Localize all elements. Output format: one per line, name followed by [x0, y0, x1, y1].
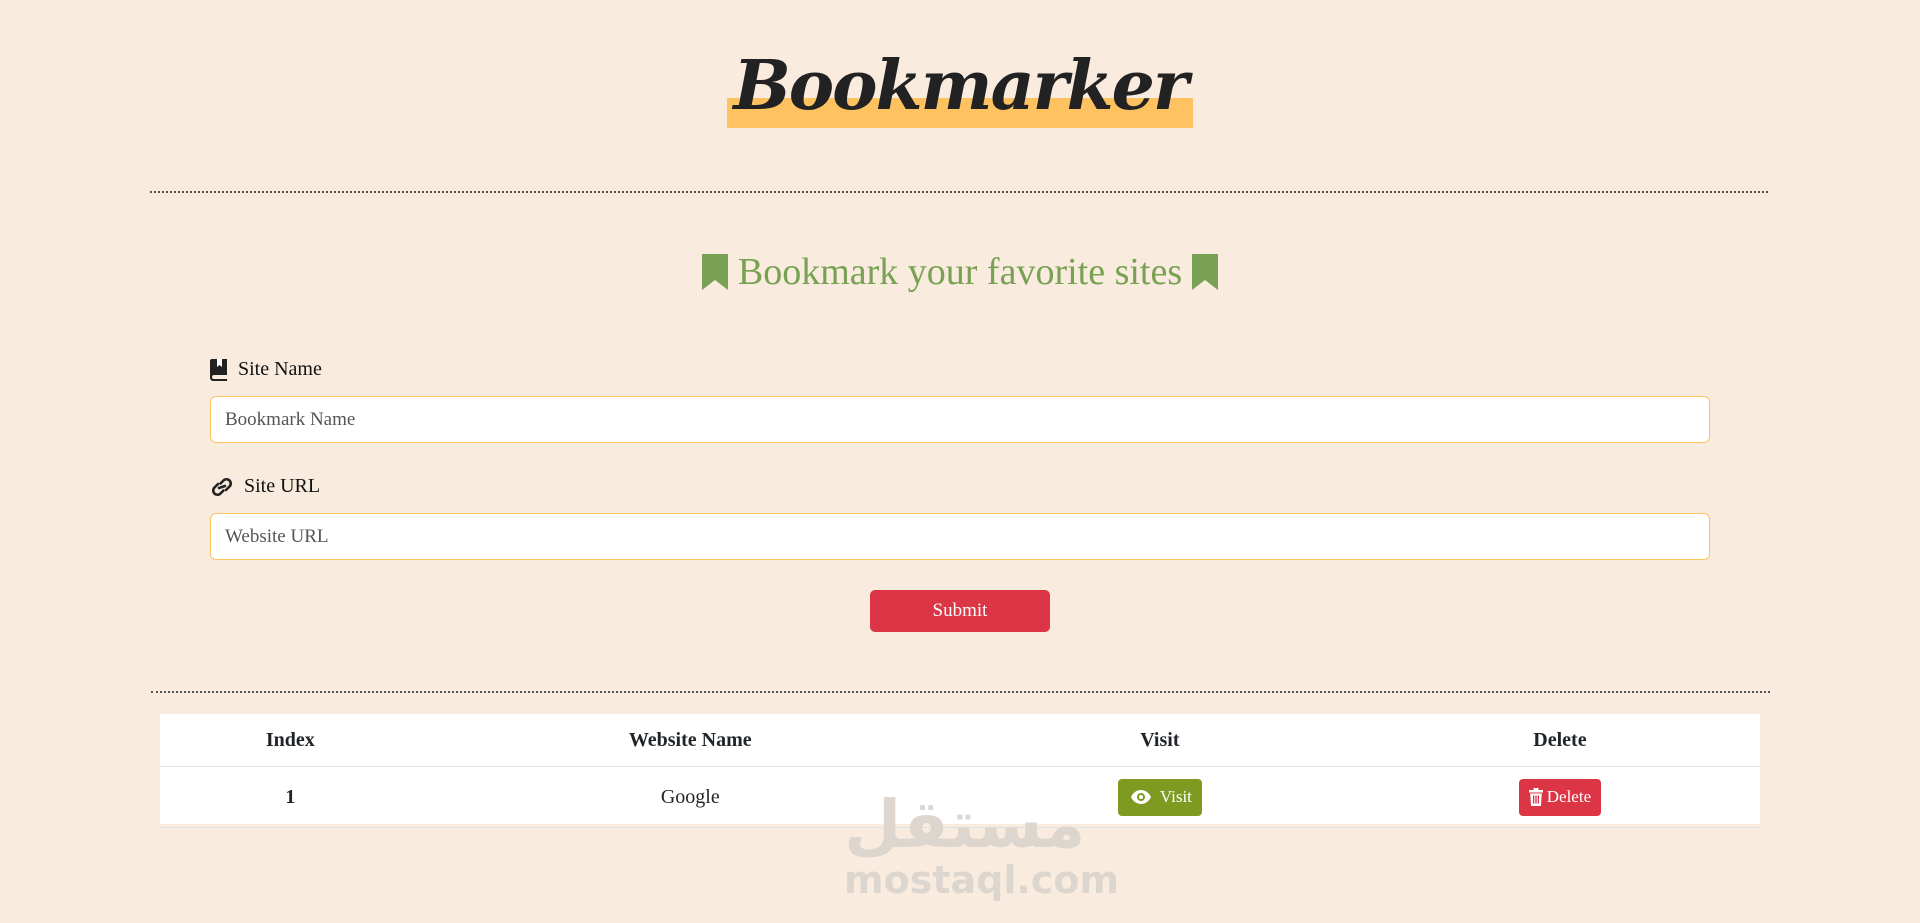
row-website-name: Google: [420, 766, 960, 828]
row-visit-cell: Visit: [959, 766, 1360, 828]
submit-button[interactable]: Submit: [870, 590, 1050, 632]
bookmarks-table: Index Website Name Visit Delete 1 Google: [160, 714, 1760, 828]
header-visit: Visit: [959, 714, 1360, 767]
trash-icon: [1528, 788, 1543, 806]
book-bookmark-icon: [210, 358, 227, 381]
row-delete-cell: Delete: [1359, 766, 1760, 828]
top-divider: [150, 191, 1768, 193]
bookmark-icon: [1192, 254, 1219, 290]
bottom-divider: [151, 691, 1770, 693]
site-name-label: Site Name: [210, 358, 322, 381]
site-url-label-text: Site URL: [244, 475, 321, 497]
delete-button-label: Delete: [1546, 787, 1592, 806]
site-url-input[interactable]: [210, 513, 1710, 560]
header-index: Index: [160, 714, 421, 767]
app-title: Bookmarker: [727, 52, 1193, 128]
delete-button[interactable]: Delete: [1518, 778, 1602, 816]
header-delete: Delete: [1359, 714, 1760, 767]
site-url-label: Site URL: [210, 475, 320, 498]
site-name-label-text: Site Name: [238, 358, 322, 380]
visit-button-label: Visit: [1159, 787, 1192, 806]
subtitle-text: Bookmark your favorite sites: [737, 251, 1183, 293]
link-icon: [211, 477, 233, 496]
table-header-row: Index Website Name Visit Delete: [160, 714, 1760, 767]
table-row: 1 Google Visit Delete: [160, 766, 1760, 828]
row-index: 1: [160, 766, 421, 828]
site-name-input[interactable]: [210, 396, 1710, 443]
subtitle: Bookmark your favorite sites: [701, 250, 1219, 294]
subtitle-container: Bookmark your favorite sites: [0, 250, 1920, 295]
bookmark-icon: [701, 254, 728, 290]
eye-icon: [1130, 790, 1151, 804]
visit-button[interactable]: Visit: [1117, 778, 1202, 816]
watermark-latin: mostaql.com: [844, 858, 1120, 902]
header-website-name: Website Name: [420, 714, 960, 767]
app-title-text: Bookmarker: [733, 46, 1188, 126]
header: Bookmarker: [0, 52, 1920, 128]
